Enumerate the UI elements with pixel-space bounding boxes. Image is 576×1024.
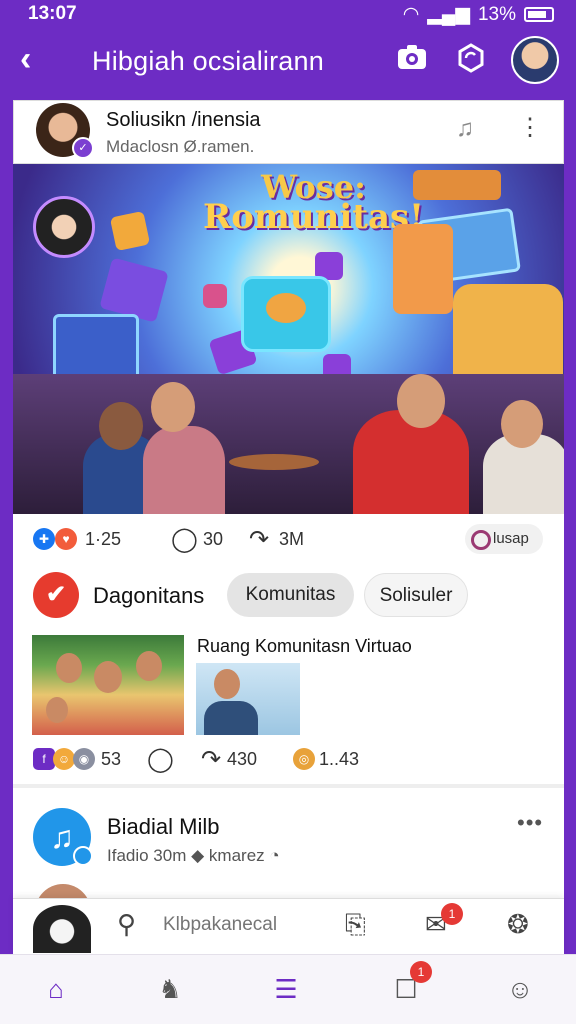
group-media: Ruang Komunitasn Virtuao bbox=[13, 626, 564, 736]
share-count: 3M bbox=[279, 529, 305, 549]
floating-tile bbox=[109, 210, 151, 252]
verified-badge-icon: ✓ bbox=[72, 137, 94, 159]
face bbox=[136, 651, 162, 681]
surprise-reaction-icon[interactable]: ◎ bbox=[293, 748, 315, 770]
page-title: Hibgiah ocsialirann bbox=[92, 46, 324, 76]
group-row: ✔ Dagonitans Komunitas Solisuler bbox=[13, 568, 564, 626]
group-reaction-count: 53 bbox=[101, 749, 122, 769]
more-options-icon[interactable]: ••• bbox=[517, 810, 543, 836]
person bbox=[143, 426, 225, 514]
face bbox=[56, 653, 82, 683]
nav-home-icon[interactable]: ⌂ bbox=[36, 969, 76, 1009]
status-right: ◠ ▂▄▆ 13% bbox=[403, 3, 554, 26]
hex-settings-icon[interactable] bbox=[453, 42, 489, 78]
post-subtitle: Mdaclosn Ø.ramen. bbox=[106, 137, 255, 156]
composer-bar: ⚲ ⎘ ✉ 1 ❂ bbox=[13, 898, 564, 954]
reaction-count: 1·25 bbox=[85, 529, 122, 549]
floating-tile bbox=[413, 170, 501, 200]
award-icon[interactable]: ❂ bbox=[507, 909, 529, 940]
nav-inbox-badge: 1 bbox=[410, 961, 432, 983]
floating-tile bbox=[99, 257, 169, 323]
save-pill[interactable]: lusap bbox=[465, 524, 543, 554]
face bbox=[46, 697, 68, 723]
face bbox=[214, 669, 240, 699]
media-title[interactable]: Ruang Komunitasn Virtuao bbox=[197, 636, 412, 657]
post-header: ✓ Soliusikn /inensia Mdaclosn Ø.ramen. ♫… bbox=[13, 100, 564, 164]
person-head bbox=[501, 400, 543, 448]
jacket bbox=[204, 701, 258, 735]
post2-time: Ifadio 30m bbox=[107, 846, 187, 865]
nav-emoji-face-icon[interactable]: ☺ bbox=[500, 969, 540, 1009]
person-head bbox=[151, 382, 195, 432]
people-scene bbox=[13, 374, 564, 514]
camera-icon[interactable] bbox=[394, 42, 430, 78]
floating-tile bbox=[203, 284, 227, 308]
love-reaction-icon[interactable]: ♥ bbox=[55, 528, 77, 550]
like-reaction-icon[interactable]: ✚ bbox=[33, 528, 55, 550]
signal-icon: ▂▄▆ bbox=[427, 4, 470, 25]
tag-icon: ◆ bbox=[191, 846, 209, 865]
music-note-icon[interactable]: ♫ bbox=[456, 115, 474, 143]
table bbox=[229, 454, 319, 470]
verified-badge-icon bbox=[73, 846, 93, 866]
group-extra-count: 1..43 bbox=[319, 749, 360, 769]
nav-chess-knight-icon[interactable]: ♞ bbox=[150, 969, 190, 1009]
mail-badge: 1 bbox=[441, 903, 463, 925]
comment-icon[interactable]: ◯ bbox=[147, 745, 174, 774]
arcade-machine bbox=[393, 224, 453, 314]
wifi-icon: ◠ bbox=[402, 4, 420, 25]
feed: ✓ Soliusikn /inensia Mdaclosn Ø.ramen. ♫… bbox=[13, 100, 564, 1000]
game-reaction-icon[interactable]: ◉ bbox=[73, 748, 95, 770]
group-avatar bbox=[33, 196, 95, 258]
comment-count: 30 bbox=[203, 529, 224, 549]
video-thumbnail[interactable] bbox=[196, 663, 300, 735]
group-logo-icon[interactable]: ✔ bbox=[33, 572, 79, 618]
group-name[interactable]: Dagonitans bbox=[93, 583, 204, 609]
haha-reaction-icon[interactable]: ☺ bbox=[53, 748, 75, 770]
comment-icon[interactable]: ◯ bbox=[171, 525, 198, 554]
share-icon[interactable]: ↷ bbox=[201, 745, 221, 774]
share-icon[interactable]: ↷ bbox=[249, 525, 269, 554]
back-arrow-icon[interactable]: ‹ bbox=[20, 40, 31, 79]
status-time: 13:07 bbox=[28, 3, 77, 24]
status-bar: 13:07 ◠ ▂▄▆ 13% bbox=[0, 0, 576, 28]
battery-percent: 13% bbox=[477, 3, 516, 25]
more-options-icon[interactable]: ⋮ bbox=[518, 113, 542, 142]
chip-komunitas[interactable]: Komunitas bbox=[227, 573, 354, 617]
app-frame: 13:07 ◠ ▂▄▆ 13% ‹ Hibgiah ocsialirann ✓ … bbox=[0, 0, 576, 1024]
hero-title-line2: Romunitas! bbox=[203, 197, 425, 237]
nav-menu-icon[interactable]: ☰ bbox=[266, 969, 306, 1009]
top-app-bar: ‹ Hibgiah ocsialirann bbox=[0, 28, 576, 100]
bottom-nav: ⌂ ♞ ☰ ☐ 1 ☺ bbox=[0, 954, 576, 1024]
person-head bbox=[99, 402, 143, 450]
search-input[interactable] bbox=[163, 907, 333, 943]
group-photo-thumbnail[interactable] bbox=[32, 635, 184, 735]
post-reactions: ✚ ♥ 1·25 ◯ 30 ↷ 3M lusap bbox=[13, 514, 564, 568]
floating-screen bbox=[53, 314, 139, 380]
post-hero-image[interactable]: Wose: Romunitas! bbox=[13, 164, 564, 514]
post-author-name[interactable]: Soliusikn /inensia bbox=[106, 109, 261, 132]
post-card-2: ♫ Biadial Milb Ifadio 30m ◆ kmarez ◔ ••• bbox=[13, 792, 564, 914]
user-avatar[interactable] bbox=[33, 905, 91, 953]
post2-subtitle: Ifadio 30m ◆ kmarez ◔ bbox=[107, 846, 280, 866]
hero-title: Wose: Romunitas! bbox=[203, 171, 425, 237]
post2-tag: kmarez bbox=[208, 846, 265, 865]
person-head bbox=[397, 374, 445, 428]
status-dot-icon: ◔ bbox=[269, 846, 280, 865]
group-reactions: f ☺ ◉ 53 ◯ ↷ 430 ◎ 1..43 bbox=[13, 736, 564, 788]
share-box-icon[interactable]: ⎘ bbox=[345, 909, 366, 941]
chip-solisuler[interactable]: Solisuler bbox=[364, 573, 468, 617]
profile-avatar[interactable] bbox=[511, 36, 559, 84]
facebook-reaction-icon[interactable]: f bbox=[33, 748, 55, 770]
post2-author-name[interactable]: Biadial Milb bbox=[107, 814, 220, 840]
face bbox=[94, 661, 122, 693]
glowing-cube bbox=[241, 276, 331, 352]
group-share-count: 430 bbox=[227, 749, 258, 769]
battery-icon bbox=[524, 7, 554, 22]
search-icon[interactable]: ⚲ bbox=[117, 909, 136, 940]
